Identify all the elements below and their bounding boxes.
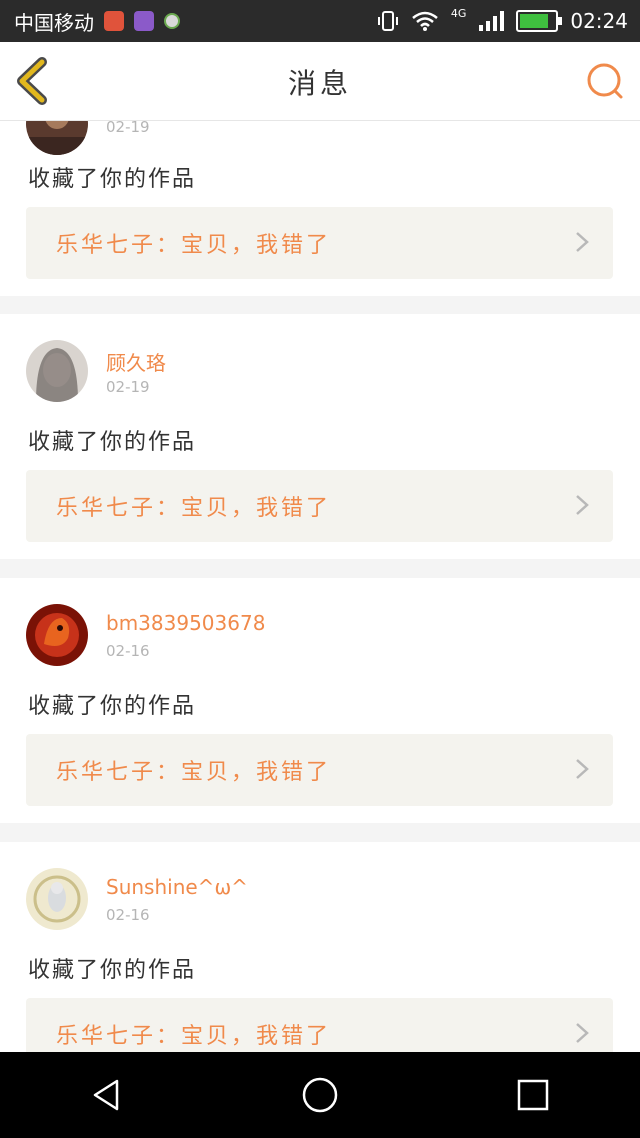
avatar[interactable] [26,604,88,666]
triangle-back-icon [93,1079,118,1111]
notification-date: 02-19 [106,121,150,136]
mail-app-icon [104,11,124,31]
avatar[interactable] [26,121,88,155]
notification-action: 收藏了你的作品 [28,694,197,719]
status-bar: 中国移动 4G 02:24 [0,0,640,42]
notification-username[interactable]: Sunshine^ω^ [106,875,248,899]
avatar-image [26,121,88,155]
notification-date: 02-16 [106,642,150,660]
work-quote-text: 乐华七子：宝贝，我错了 [56,760,332,785]
notification-action: 收藏了你的作品 [28,167,197,192]
nav-back-button[interactable] [83,1071,131,1119]
status-left: 中国移动 [0,7,180,36]
signal-icon [479,11,505,31]
notification-date: 02-19 [106,378,150,396]
work-quote-link[interactable]: 乐华七子：宝贝，我错了 [26,470,613,542]
vibrate-icon [377,11,398,31]
work-quote-link[interactable]: 乐华七子：宝贝，我错了 [26,734,613,806]
notification-card: Sunshine^ω^ 02-16 收藏了你的作品 乐华七子：宝贝，我错了 [0,842,640,1052]
notification-date: 02-16 [106,906,150,924]
search-icon [587,63,623,99]
wifi-icon [412,11,438,31]
avatar[interactable] [26,868,88,930]
chevron-right-icon [576,232,589,252]
work-quote-text: 乐华七子：宝贝，我错了 [56,1024,332,1049]
chevron-right-icon [576,495,589,515]
avatar-image [26,868,88,930]
search-button[interactable] [584,60,626,102]
notification-card: bm3839503678 02-16 收藏了你的作品 乐华七子：宝贝，我错了 [0,578,640,823]
gallery-app-icon [134,11,154,31]
page-title: 消息 [287,67,352,100]
avatar-image [26,604,88,666]
work-quote-link[interactable]: 乐华七子：宝贝，我错了 [26,998,613,1052]
notification-card: 02-19 收藏了你的作品 乐华七子：宝贝，我错了 [0,121,640,296]
square-recents-icon [518,1079,549,1111]
notification-action: 收藏了你的作品 [28,430,197,455]
work-quote-text: 乐华七子：宝贝，我错了 [56,233,332,258]
work-quote-link[interactable]: 乐华七子：宝贝，我错了 [26,207,613,279]
notification-action: 收藏了你的作品 [28,958,197,983]
notification-username[interactable]: bm3839503678 [106,611,265,635]
chevron-right-icon [576,1023,589,1043]
circle-home-icon [302,1077,338,1113]
carrier-label: 中国移动 [14,10,94,35]
nav-home-button[interactable] [296,1071,344,1119]
chevron-right-icon [576,759,589,779]
work-quote-text: 乐华七子：宝贝，我错了 [56,496,332,521]
nav-recents-button[interactable] [509,1071,557,1119]
status-right: 4G 02:24 [377,6,640,33]
network-type: 4G [450,6,467,20]
avatar-image [26,340,88,402]
notification-username[interactable]: 顾久珞 [106,347,166,376]
battery-icon [516,10,563,32]
notification-list[interactable]: 02-19 收藏了你的作品 乐华七子：宝贝，我错了 顾久珞 02-19 收藏了你… [0,121,640,1052]
notification-card: 顾久珞 02-19 收藏了你的作品 乐华七子：宝贝，我错了 [0,314,640,559]
notification-dot-icon [164,13,180,29]
system-nav-bar [0,1052,640,1138]
avatar[interactable] [26,340,88,402]
clock: 02:24 [570,9,628,33]
header: 消息 [0,42,640,121]
